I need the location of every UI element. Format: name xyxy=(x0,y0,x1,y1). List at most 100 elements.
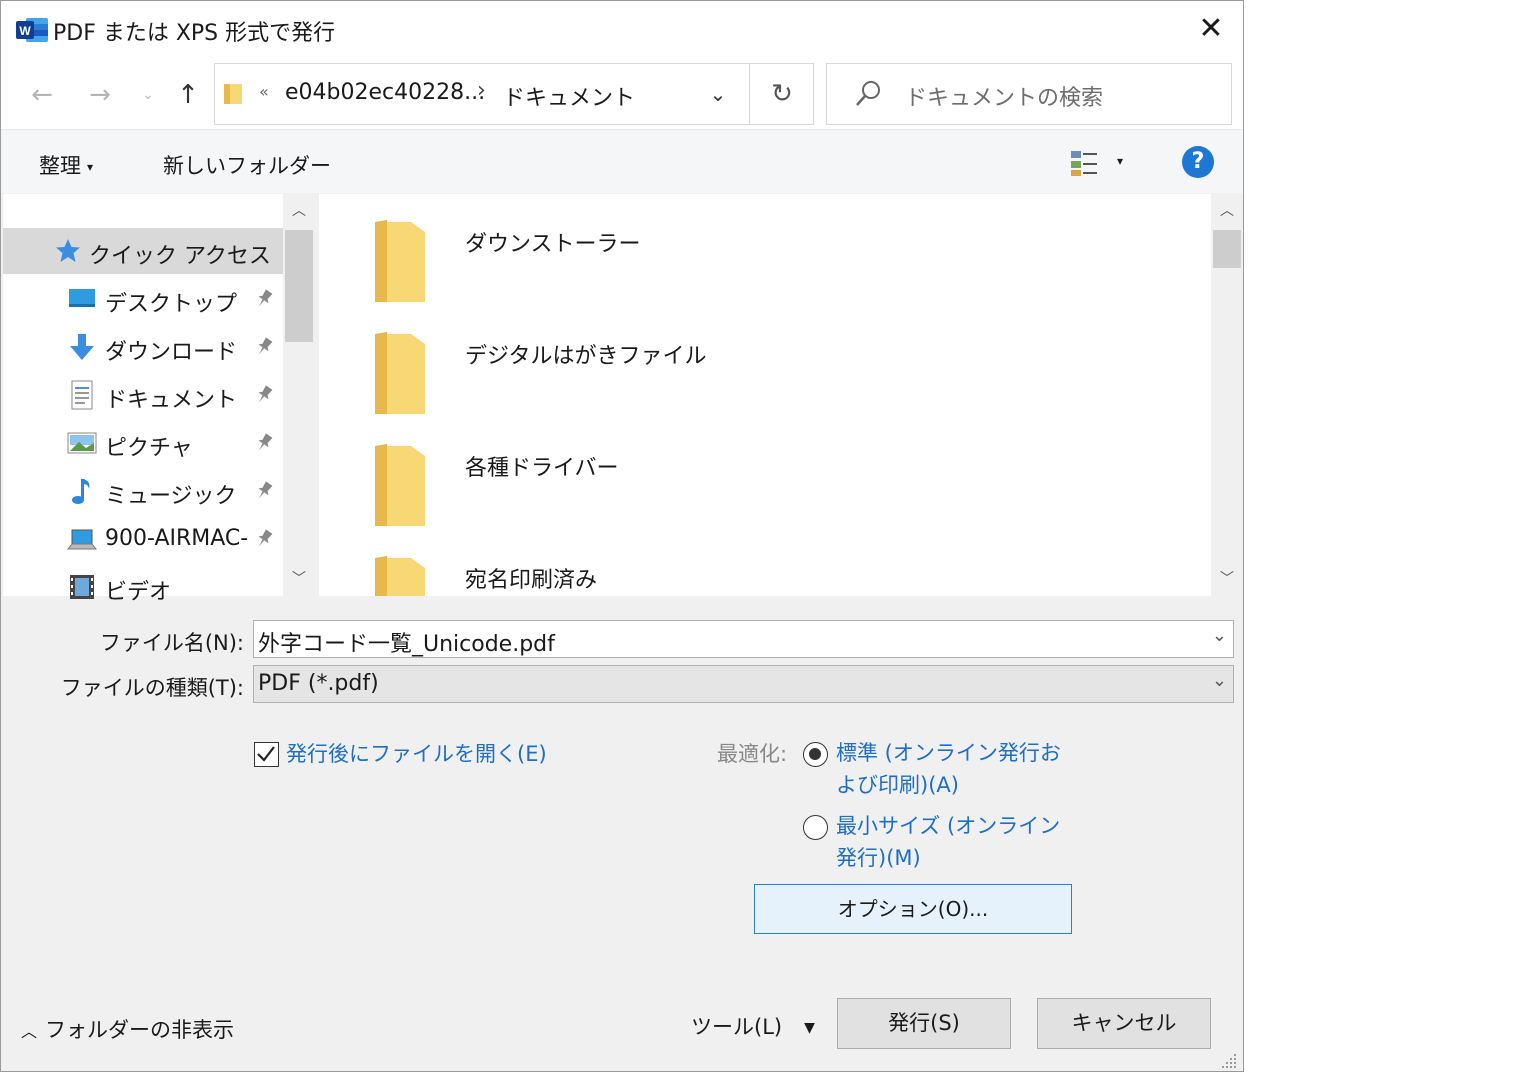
list-item[interactable]: 各種ドライバー xyxy=(319,418,1199,530)
nav-item-music[interactable]: ミュージック xyxy=(3,468,283,514)
scrollbar-thumb[interactable] xyxy=(285,230,313,342)
video-icon xyxy=(70,575,94,599)
filename-input[interactable]: 外字コード一覧_Unicode.pdf ⌄ xyxy=(253,620,1234,658)
filename-value: 外字コード一覧_Unicode.pdf xyxy=(258,632,555,657)
nav-item-video[interactable]: ビデオ xyxy=(3,564,283,610)
nav-item-label: デスクトップ xyxy=(105,292,238,317)
cancel-button[interactable]: キャンセル xyxy=(1037,998,1211,1049)
publish-button[interactable]: 発行(S) xyxy=(837,998,1011,1049)
pin-icon[interactable] xyxy=(253,480,275,502)
recent-chevron-icon[interactable]: ⌄ xyxy=(137,75,159,115)
resize-grip-icon[interactable] xyxy=(1219,1051,1239,1071)
chevron-up-icon[interactable]: ︿ xyxy=(1213,196,1241,226)
nav-item-desktop[interactable]: デスクトップ xyxy=(3,276,283,322)
chevron-down-icon[interactable]: ⌄ xyxy=(1212,625,1227,646)
tools-label: ツール(L) xyxy=(691,1015,783,1039)
nav-item-computer[interactable]: 900-AIRMAC- xyxy=(3,516,283,562)
folder-icon xyxy=(375,220,425,302)
caret-down-icon: ▼ xyxy=(804,1020,815,1036)
filetype-select[interactable]: PDF (*.pdf) ⌄ xyxy=(253,665,1234,703)
view-options-icon[interactable] xyxy=(1069,148,1101,178)
search-icon xyxy=(856,81,880,106)
up-arrow-icon[interactable]: ↑ xyxy=(173,75,203,115)
file-list-scrollbar[interactable]: ︿ ﹀ xyxy=(1211,194,1243,596)
nav-item-quick-access[interactable]: クイック アクセス xyxy=(3,228,283,274)
optimize-minimum-radio[interactable] xyxy=(803,815,828,840)
folder-icon xyxy=(375,444,425,526)
list-item[interactable]: 宛名印刷済み xyxy=(319,530,1199,596)
nav-item-label: クイック アクセス xyxy=(89,244,271,269)
breadcrumb-segment-current[interactable]: ドキュメント xyxy=(503,80,635,112)
computer-icon xyxy=(67,529,97,550)
nav-item-downloads[interactable]: ダウンロード xyxy=(3,324,283,370)
pin-icon[interactable] xyxy=(253,432,275,454)
chevron-down-icon[interactable]: ﹀ xyxy=(1213,564,1241,594)
breadcrumb-overflow[interactable]: « xyxy=(259,82,269,101)
back-arrow-icon[interactable]: ← xyxy=(27,75,57,115)
navigation-pane: クイック アクセス デスクトップ ダウンロード ドキュメント ピクチャ ミュージ… xyxy=(3,194,315,605)
svg-text:W: W xyxy=(19,24,31,38)
nav-item-label: ビデオ xyxy=(105,580,172,605)
organize-button[interactable]: 整理 ▾ xyxy=(39,150,93,180)
hide-folders-button[interactable]: ︿ フォルダーの非表示 xyxy=(21,1014,234,1044)
pin-icon[interactable] xyxy=(253,528,275,550)
chevron-down-icon[interactable]: ﹀ xyxy=(285,564,313,594)
chevron-down-icon[interactable]: ⌄ xyxy=(703,78,733,110)
breadcrumb-separator[interactable]: › xyxy=(477,78,486,103)
file-name: 各種ドライバー xyxy=(465,456,619,481)
checkmark-icon xyxy=(257,746,275,762)
download-icon xyxy=(70,334,94,360)
file-name: ダウンストーラー xyxy=(465,232,641,257)
nav-item-label: ピクチャ xyxy=(105,436,193,461)
pin-icon[interactable] xyxy=(253,384,275,406)
nav-item-pictures[interactable]: ピクチャ xyxy=(3,420,283,466)
file-name: デジタルはがきファイル xyxy=(465,344,707,369)
tools-button[interactable]: ツール(L) ▼ xyxy=(691,1011,815,1041)
open-after-publish-label[interactable]: 発行後にファイルを開く(E) xyxy=(286,738,547,768)
folder-icon xyxy=(375,556,425,596)
organize-label: 整理 xyxy=(39,154,81,178)
chevron-down-icon[interactable]: ⌄ xyxy=(1212,670,1227,691)
search-box[interactable]: ドキュメントの検索 xyxy=(826,63,1232,125)
filename-label: ファイル名(N): xyxy=(99,631,244,655)
nav-item-documents[interactable]: ドキュメント xyxy=(3,372,283,418)
optimize-label: 最適化: xyxy=(717,742,788,766)
chevron-up-icon[interactable]: ︿ xyxy=(285,196,313,226)
optimize-standard-radio[interactable] xyxy=(803,742,828,767)
new-folder-button[interactable]: 新しいフォルダー xyxy=(163,150,331,180)
command-toolbar: 整理 ▾ 新しいフォルダー ▾ ? xyxy=(1,129,1243,193)
file-list: ダウンストーラー デジタルはがきファイル 各種ドライバー 宛名印刷済み xyxy=(319,194,1211,596)
caret-down-icon[interactable]: ▾ xyxy=(1117,154,1123,168)
music-icon xyxy=(72,479,90,504)
search-placeholder: ドキュメントの検索 xyxy=(905,86,1104,111)
nav-item-label: ドキュメント xyxy=(105,388,238,413)
breadcrumb-segment[interactable]: e04b02ec40228... xyxy=(285,80,485,105)
options-button[interactable]: オプション(O)... xyxy=(754,884,1072,934)
hide-folders-label: フォルダーの非表示 xyxy=(45,1018,235,1042)
optimize-minimum-label[interactable]: 最小サイズ (オンライン発行)(M) xyxy=(836,810,1081,874)
forward-arrow-icon[interactable]: → xyxy=(85,75,115,115)
radio-selected-dot xyxy=(809,748,821,760)
navigation-scrollbar[interactable]: ︿ ﹀ xyxy=(283,194,315,596)
navigation-bar: ← → ⌄ ↑ « e04b02ec40228... › ドキュメント ⌄ ↻ … xyxy=(1,59,1243,129)
pictures-icon xyxy=(67,432,97,454)
list-item[interactable]: ダウンストーラー xyxy=(319,194,1199,306)
pin-icon[interactable] xyxy=(253,336,275,358)
close-button[interactable]: ✕ xyxy=(1191,13,1231,47)
folder-icon xyxy=(224,84,242,104)
pin-icon[interactable] xyxy=(253,288,275,310)
help-icon[interactable]: ? xyxy=(1182,146,1214,178)
list-item[interactable]: デジタルはがきファイル xyxy=(319,306,1199,418)
caret-down-icon: ▾ xyxy=(87,160,94,174)
scrollbar-thumb[interactable] xyxy=(1213,230,1241,268)
documents-icon xyxy=(71,380,93,410)
window-title: PDF または XPS 形式で発行 xyxy=(53,21,336,46)
optimize-standard-label[interactable]: 標準 (オンライン発行および印刷)(A) xyxy=(836,737,1081,801)
open-after-publish-checkbox[interactable] xyxy=(254,742,279,767)
publish-dialog: W PDF または XPS 形式で発行 ✕ ← → ⌄ ↑ « e04b02ec… xyxy=(0,0,1244,1072)
star-icon xyxy=(56,239,80,262)
nav-item-label: ダウンロード xyxy=(105,340,238,365)
address-bar[interactable]: « e04b02ec40228... › ドキュメント ⌄ ↻ xyxy=(214,63,814,125)
nav-item-label: ミュージック xyxy=(105,484,237,509)
refresh-icon[interactable]: ↻ xyxy=(749,64,814,124)
